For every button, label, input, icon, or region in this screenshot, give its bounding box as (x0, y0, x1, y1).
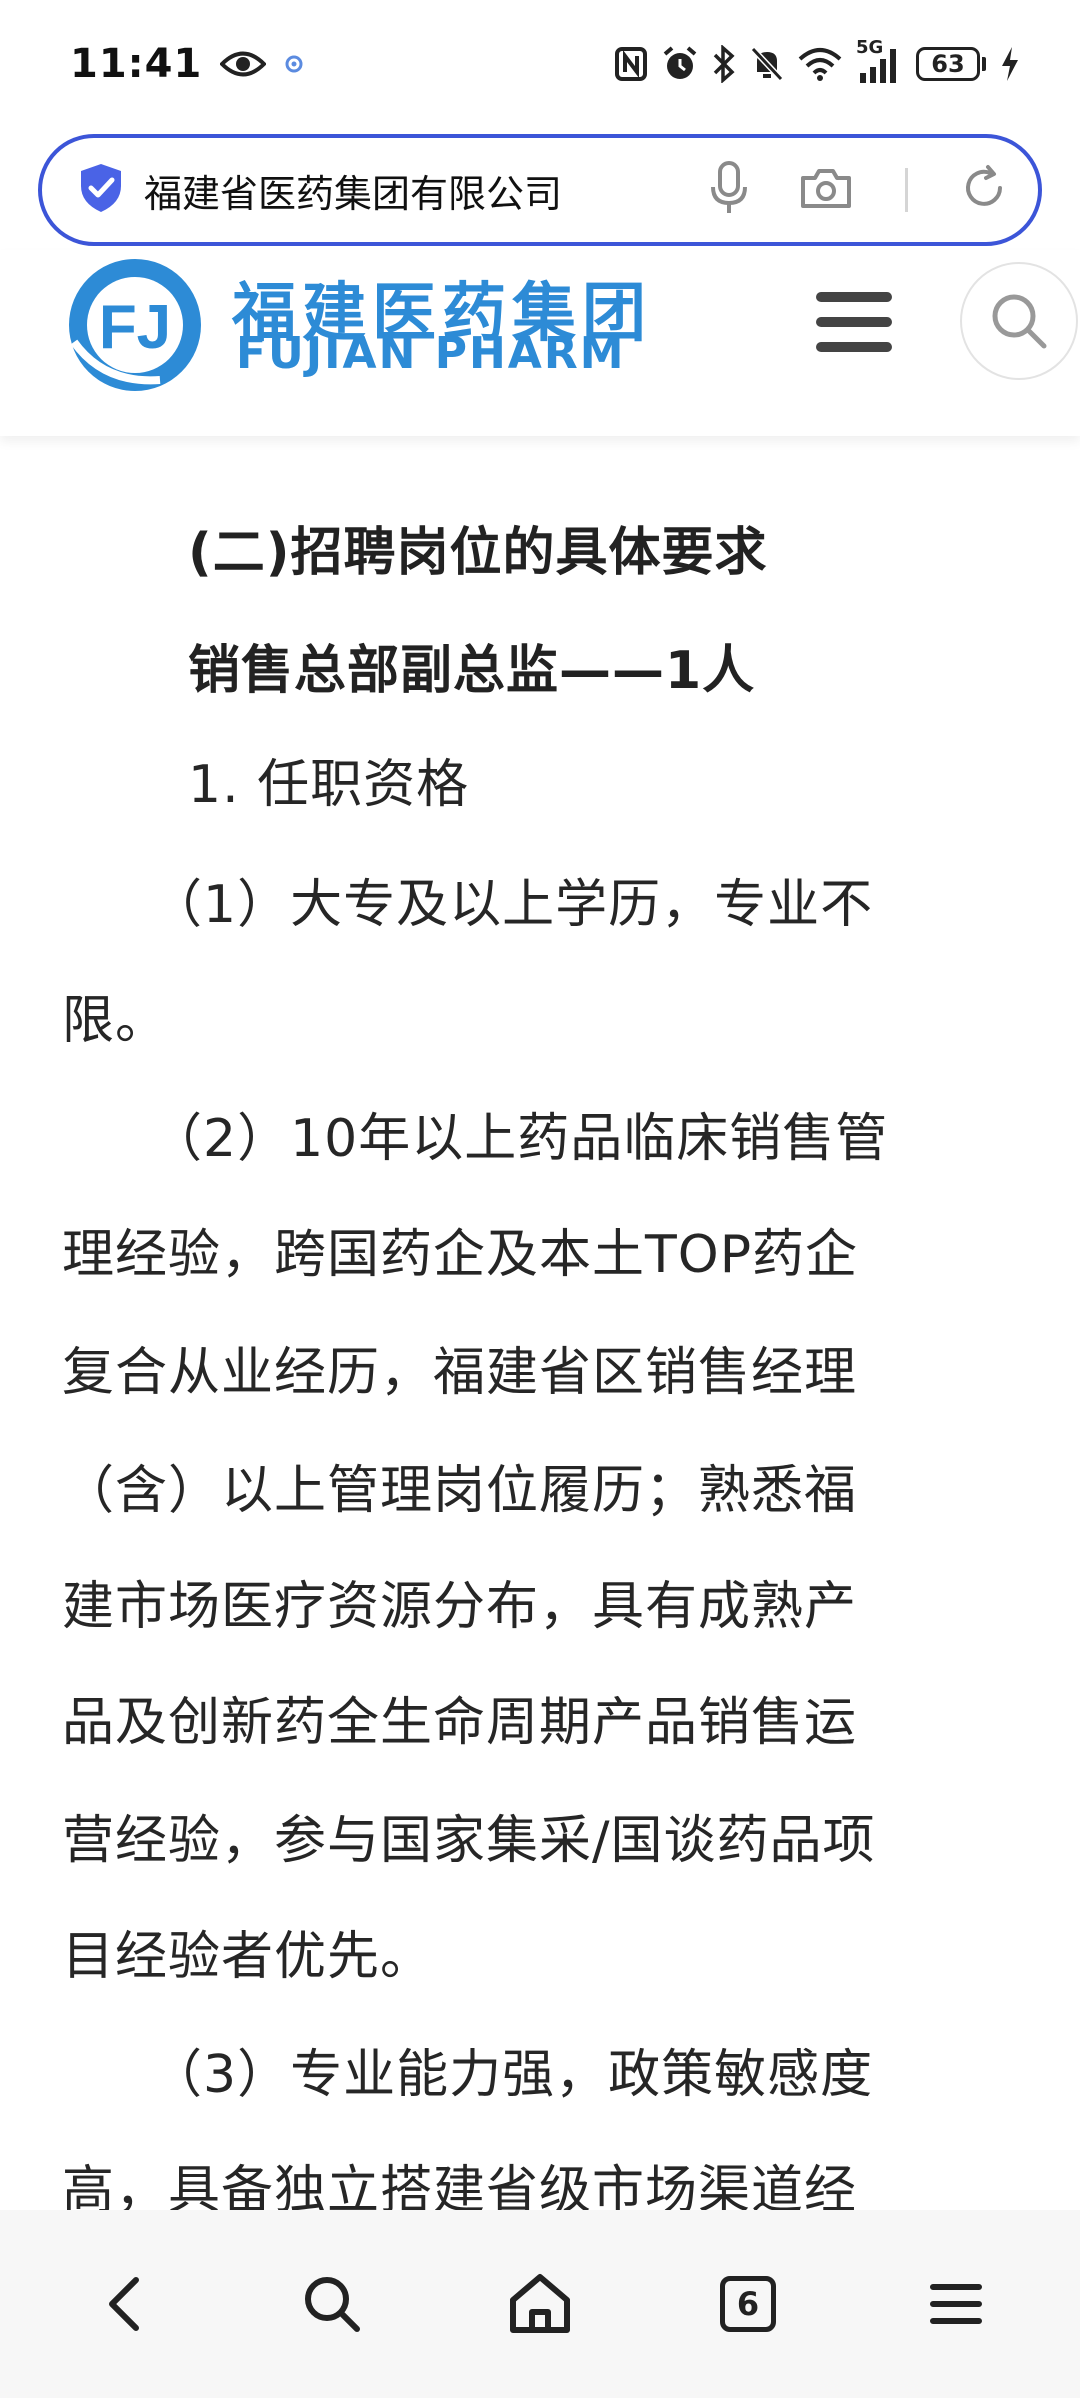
alarm-icon (662, 46, 698, 82)
article-line: 理经验，跨国药企及本土TOP药企 (62, 1225, 859, 1285)
bottom-navigation: 6 (0, 2210, 1080, 2398)
position-title: 销售总部副总监——1人 (188, 641, 756, 701)
article-line: 复合从业经历，福建省区销售经理 (62, 1343, 858, 1403)
network-label: 5G (856, 37, 884, 58)
wifi-icon (798, 47, 842, 81)
article-content: 件。 (二)招聘岗位的具体要求 销售总部副总监——1人 1. 任职资格 （1）大… (0, 380, 1080, 2210)
article-line: （含）以上管理岗位履历；熟悉福 (62, 1461, 858, 1521)
tabs-button[interactable]: 6 (693, 2249, 803, 2359)
article-line: 目经验者优先。 (62, 1927, 434, 1987)
battery-icon: 63 (916, 45, 986, 83)
menu-icon[interactable] (901, 2249, 1011, 2359)
back-icon[interactable] (69, 2249, 179, 2359)
address-search-bar[interactable]: 福建省医药集团有限公司 (38, 134, 1042, 246)
camera-icon[interactable] (799, 166, 853, 214)
logo-english-name: FUJIAN PHARM (236, 328, 626, 379)
battery-level: 63 (916, 47, 980, 81)
home-icon[interactable] (485, 2249, 595, 2359)
article-line: 品及创新药全生命周期产品销售运 (62, 1693, 858, 1753)
mute-icon (750, 46, 784, 82)
company-logo[interactable]: FJ (64, 254, 206, 396)
bluetooth-icon (712, 45, 736, 83)
eye-icon (220, 49, 267, 79)
article-line: 营经验，参与国家集采/国谈药品项 (62, 1811, 876, 1871)
logo-mark-text: FJ (99, 293, 171, 362)
article-line: （2）10年以上药品临床销售管 (150, 1109, 889, 1169)
article-line: 限。 (62, 991, 169, 1051)
microphone-icon[interactable] (711, 161, 747, 219)
signal-icon: 5G (856, 37, 902, 83)
status-time: 11:41 (70, 41, 203, 87)
subsection-heading: 1. 任职资格 (188, 755, 470, 815)
refresh-icon[interactable] (960, 164, 1008, 216)
charging-icon (1000, 46, 1020, 82)
app-notification-icon (284, 54, 304, 74)
article-line: 高，具备独立搭建省级市场渠道经 (62, 2161, 858, 2210)
status-bar: 11:41 5G 63 (0, 0, 1080, 128)
shield-check-icon (78, 162, 124, 218)
article-line: （1）大专及以上学历，专业不 (150, 875, 874, 935)
search-icon[interactable] (277, 2249, 387, 2359)
article-line: （3）专业能力强，政策敏感度 (150, 2045, 874, 2105)
section-heading: (二)招聘岗位的具体要求 (188, 523, 768, 583)
nfc-icon (614, 46, 648, 82)
hamburger-menu-icon[interactable] (816, 292, 892, 352)
divider (905, 168, 908, 212)
article-line: 建市场医疗资源分布，具有成熟产 (62, 1577, 858, 1637)
search-icon[interactable] (960, 262, 1078, 380)
search-query-text[interactable]: 福建省医药集团有限公司 (144, 163, 711, 218)
tabs-icon: 6 (720, 2276, 776, 2332)
